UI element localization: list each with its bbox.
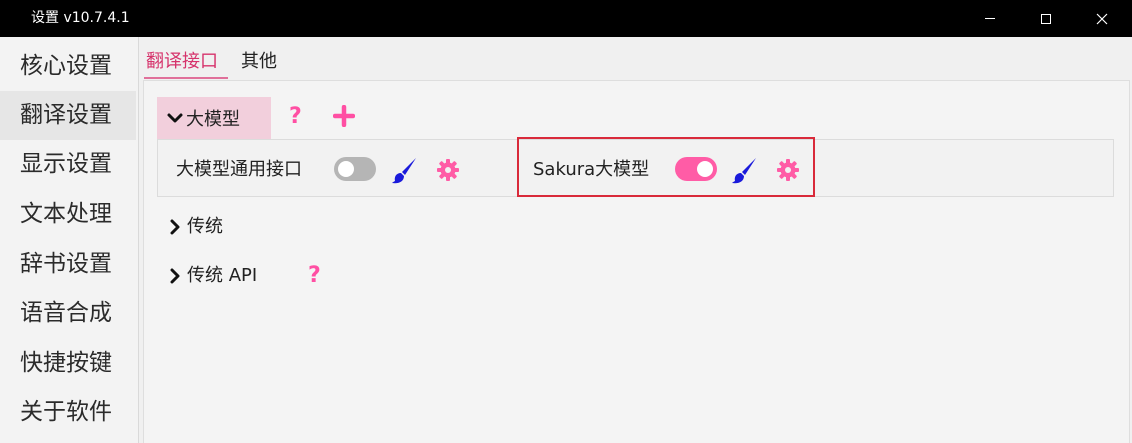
group-label-traditional-api: 传统 API <box>187 265 258 286</box>
group-label-traditional: 传统 <box>187 216 223 237</box>
llm-generic-interface-toggle[interactable] <box>334 157 376 181</box>
sidebar-item-translation-settings[interactable]: 翻译设置 <box>0 91 136 140</box>
question-mark-icon[interactable]: ? <box>308 264 321 288</box>
sidebar-item-about[interactable]: 关于软件 <box>0 388 136 437</box>
sidebar-item-display-settings[interactable]: 显示设置 <box>0 140 136 189</box>
question-mark-icon[interactable]: ? <box>289 105 302 129</box>
group-header-traditional[interactable]: 传统 <box>167 215 223 239</box>
sakura-llm-toggle[interactable] <box>675 157 717 181</box>
sidebar-item-core-settings[interactable]: 核心设置 <box>0 42 136 91</box>
sidebar-item-dictionary-settings[interactable]: 辞书设置 <box>0 240 136 289</box>
close-button[interactable] <box>1074 0 1130 37</box>
group-header-llm[interactable]: 大模型 <box>157 97 271 139</box>
active-tab-indicator <box>144 77 228 79</box>
settings-panel <box>143 80 1130 443</box>
group-header-traditional-api[interactable]: 传统 API <box>167 264 257 288</box>
chevron-down-icon <box>167 113 183 123</box>
tab-translation-interfaces[interactable]: 翻译接口 <box>146 50 218 74</box>
window-title: 设置 v10.7.4.1 <box>31 10 130 26</box>
toggle-knob <box>338 161 354 177</box>
sidebar-item-speech-synthesis[interactable]: 语音合成 <box>0 289 136 338</box>
brush-icon[interactable] <box>389 155 419 185</box>
brush-icon[interactable] <box>729 155 759 185</box>
sidebar: 核心设置 翻译设置 显示设置 文本处理 辞书设置 语音合成 快捷按键 关于软件 <box>0 37 138 443</box>
minimize-icon <box>985 18 995 19</box>
sakura-llm-label: Sakura大模型 <box>533 159 650 180</box>
plus-icon[interactable] <box>333 105 355 127</box>
tab-other[interactable]: 其他 <box>241 50 277 74</box>
group-label-llm: 大模型 <box>186 109 240 130</box>
maximize-icon <box>1041 13 1051 24</box>
chevron-right-icon <box>170 268 180 284</box>
chevron-right-icon <box>170 219 180 235</box>
maximize-button[interactable] <box>1018 0 1074 37</box>
title-bar: 设置 v10.7.4.1 <box>0 0 1132 37</box>
sidebar-divider <box>138 37 139 443</box>
gear-icon[interactable] <box>776 158 800 182</box>
minimize-button[interactable] <box>962 0 1018 37</box>
close-icon <box>1096 13 1108 24</box>
sidebar-item-hotkeys[interactable]: 快捷按键 <box>0 339 136 388</box>
toggle-knob <box>697 161 713 177</box>
gear-icon[interactable] <box>436 158 460 182</box>
llm-generic-interface-label: 大模型通用接口 <box>176 159 302 180</box>
sidebar-item-text-processing[interactable]: 文本处理 <box>0 190 136 239</box>
